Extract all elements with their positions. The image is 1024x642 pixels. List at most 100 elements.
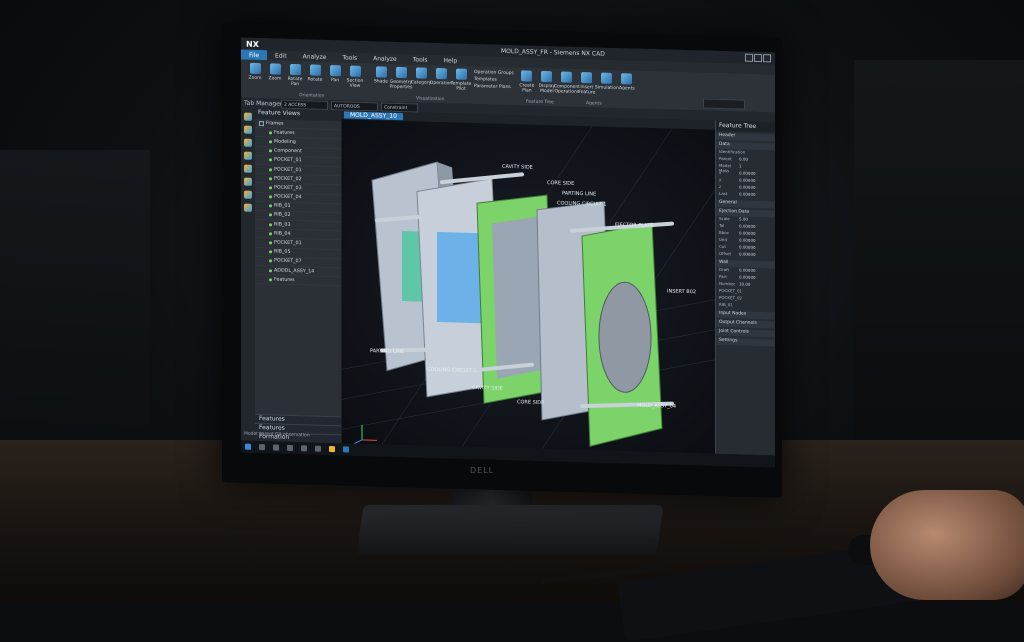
tree-item-label: RIB_01: [274, 204, 291, 209]
property-value: 1: [739, 163, 742, 170]
resource-bar: [241, 108, 255, 441]
nx-app-icon[interactable]: [343, 446, 349, 452]
label-mold-assy: MOLD_ASSY_04: [637, 403, 676, 410]
label-parting-line: PARTING LINE: [562, 191, 596, 198]
create-plan-button[interactable]: Create Plan: [517, 70, 537, 94]
search-icon[interactable]: [259, 444, 265, 450]
maximize-icon[interactable]: [754, 54, 762, 62]
insert-icon: [581, 72, 592, 83]
close-icon[interactable]: [763, 54, 771, 62]
tree-item-label: Modeling: [274, 139, 296, 145]
category-icon: [416, 67, 427, 78]
template-pilot-button[interactable]: Template Pilot: [451, 68, 471, 92]
hand: [870, 490, 1024, 600]
reuse-library-icon[interactable]: [244, 178, 252, 186]
property-section[interactable]: General: [716, 200, 775, 209]
feature-icon: [269, 251, 272, 254]
simulation-icon: [601, 73, 612, 84]
plan-icon: [521, 70, 532, 81]
shade-button[interactable]: Shade: [371, 66, 391, 85]
geometry-properties-button[interactable]: Geometry Properties: [391, 67, 411, 91]
label-insert: INSERT B02: [667, 288, 696, 295]
label-core-side: CORE SIDE: [547, 180, 574, 187]
insert-feature-button[interactable]: Insert Feature: [577, 72, 597, 96]
label-cavity-side: CAVITY SIDE: [502, 164, 533, 171]
tree-item-label: POCKET_01: [274, 240, 302, 246]
task-view-icon[interactable]: [273, 444, 279, 450]
property-section[interactable]: Output Channels: [716, 320, 775, 329]
tree-item[interactable]: Features: [255, 275, 341, 287]
property-row[interactable]: Offset0.00000: [716, 251, 775, 260]
feature-icon: [269, 278, 272, 281]
right-shelf: [854, 60, 1024, 460]
operation-button[interactable]: Operation: [431, 68, 451, 87]
section-view-icon: [350, 66, 361, 77]
feature-icon: [269, 214, 272, 217]
molded-part: [599, 282, 651, 393]
tree-item-label: RIB_04: [274, 231, 291, 236]
parameter-plans-button[interactable]: Parameter Plans: [474, 83, 514, 91]
feature-icon: [269, 131, 272, 134]
group-agents: Agents: [586, 101, 602, 106]
feature-icon: [269, 205, 272, 208]
feature-icon: [269, 149, 272, 152]
property-section[interactable]: Input Nodes: [716, 311, 775, 320]
simulation-button[interactable]: Simulation: [597, 72, 617, 91]
category-button[interactable]: Category: [411, 67, 431, 86]
property-value: 0.00000: [739, 251, 756, 258]
template-icon: [456, 69, 467, 80]
zoom-box-button[interactable]: Zoom: [265, 63, 285, 82]
agents-button[interactable]: Agents: [617, 73, 637, 92]
property-section[interactable]: Settings: [716, 338, 775, 347]
mail-icon[interactable]: [315, 446, 321, 452]
palette-icon[interactable]: [244, 204, 252, 212]
web-browser-icon[interactable]: [244, 191, 252, 199]
assembly-navigator-icon[interactable]: [244, 113, 252, 121]
rotate-icon: [310, 64, 321, 75]
constraint-icon[interactable]: [244, 152, 252, 160]
group-visualization: Visualization: [416, 96, 444, 102]
property-row[interactable]: RIB_01: [716, 302, 775, 311]
feature-icon: [269, 177, 272, 180]
feature-icon: [269, 260, 272, 263]
zoom-box-icon: [270, 63, 281, 74]
rotate-pan-icon: [290, 64, 301, 75]
feature-icon: [269, 168, 272, 171]
feature-icon: [269, 241, 272, 244]
filter-label: Tab Manager:: [244, 100, 284, 108]
minimize-icon[interactable]: [745, 54, 753, 62]
tree-item-label: POCKET_03: [274, 185, 302, 191]
ribbon-search-input[interactable]: [703, 98, 745, 109]
property-section[interactable]: Header: [716, 133, 775, 142]
rotate-button[interactable]: Rotate: [305, 64, 325, 83]
property-row[interactable]: Last0.00000: [716, 191, 775, 200]
tree-item-label: POCKET_01: [274, 158, 302, 164]
component-operations-button[interactable]: Component Operations: [557, 71, 577, 95]
file-explorer-icon[interactable]: [287, 445, 293, 451]
roles-icon[interactable]: [244, 165, 252, 173]
tree-item-label: RIB_02: [274, 213, 291, 218]
axis-triad: [354, 425, 377, 445]
folder-icon[interactable]: [329, 446, 335, 452]
label-ejector-plate: EJECTOR PLATE: [615, 222, 654, 229]
monitor-stand-base: [356, 505, 663, 555]
section-view-button[interactable]: Section View: [345, 65, 365, 89]
start-icon[interactable]: [245, 444, 251, 450]
property-section[interactable]: Joint Controls: [716, 329, 775, 338]
browser-icon[interactable]: [301, 445, 307, 451]
rotate-pan-button[interactable]: Rotate Pan: [285, 64, 305, 88]
history-icon[interactable]: [244, 139, 252, 147]
properties-panel: Feature Tree HeaderDataIdentificationPar…: [715, 121, 775, 456]
pan-icon: [330, 65, 341, 76]
zoom-button[interactable]: Zoom: [245, 63, 265, 82]
pan-button[interactable]: Pan: [325, 65, 345, 84]
part-navigator-icon[interactable]: [244, 126, 252, 134]
checkbox-icon: [259, 121, 264, 126]
operation-icon: [436, 68, 447, 79]
feature-icon: [269, 140, 272, 143]
app-logo: NX: [241, 39, 264, 49]
monitor-screen: NX MOLD_ASSY_FR - Siemens NX CAD File Ed…: [241, 38, 775, 468]
agents-icon: [621, 73, 632, 84]
properties-header: Feature Tree: [716, 121, 775, 133]
graphics-viewport[interactable]: CAVITY SIDE CORE SIDE PARTING LINE COOLI…: [342, 119, 715, 453]
